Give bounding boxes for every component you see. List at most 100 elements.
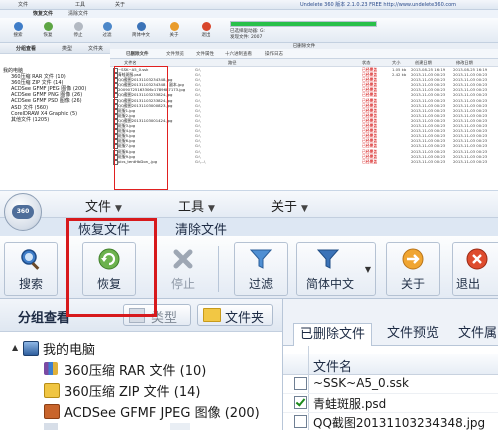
archive-zip-icon <box>44 383 60 398</box>
mini-cell: 2013-11-03 00:23 <box>453 158 488 164</box>
logo-text: 360 <box>12 205 34 219</box>
search-button[interactable]: 搜索 <box>4 242 58 296</box>
mini-exit-button[interactable]: 退出 <box>194 21 218 40</box>
mini-subtab-log[interactable]: 操作日志 <box>265 51 283 57</box>
mini-left-header: 分组查看 类型 文件夹 <box>0 43 110 54</box>
filter-button[interactable]: 过滤 <box>234 242 288 296</box>
folder-button[interactable]: 文件夹 <box>197 304 273 326</box>
mini-left-pane: 分组查看 类型 文件夹 我的电脑 360压缩 RAR 文件 (10) 360压缩 Z… <box>0 43 111 190</box>
mini-subtab-deleted[interactable]: 已删除文件 <box>126 51 149 57</box>
tab-file-properties[interactable]: 文件属 <box>458 323 497 345</box>
results-tabs: 已删除文件 文件预览 文件属 <box>283 319 498 346</box>
archive-rar-icon <box>44 362 58 375</box>
mini-tree-item[interactable]: 其他文件 (1205) <box>3 117 86 123</box>
mini-tab-recover[interactable]: 恢复文件 <box>33 10 53 17</box>
mini-subtab-hex[interactable]: 十六进制查看 <box>225 51 252 57</box>
menu-tools[interactable]: 工具 ▼ <box>178 196 215 215</box>
mini-subtab-props[interactable]: 文件属性 <box>196 51 214 57</box>
stop-button[interactable]: 停止 <box>156 242 210 296</box>
mini-search-button[interactable]: 搜索 <box>6 21 30 40</box>
chevron-down-icon: ▼ <box>364 265 371 274</box>
row-checkbox-checked[interactable] <box>294 396 307 409</box>
mini-language-button[interactable]: 简体中文 <box>126 21 156 40</box>
exit-button[interactable]: 退出 <box>452 242 498 296</box>
group-view-pane: 分组查看 类型 文件夹 ▲ 我的电脑 360压缩 RAR 文件 (10) 360… <box>0 299 283 430</box>
mini-cell: G:\...\ <box>195 158 206 164</box>
row-filename: QQ截图20131103234348.jpg <box>313 416 486 430</box>
menubar: 文件 ▼ 工具 ▼ 关于 ▼ <box>0 191 498 218</box>
mini-menu-file[interactable]: 文件 <box>18 1 28 8</box>
mini-cell: 已经覆盖 <box>362 158 378 164</box>
stop-icon <box>173 249 193 269</box>
mini-ribbon: 搜索 恢复 停止 过滤 简体中文 关于 退出 已选择驱动器: G: 发现文件: … <box>0 18 498 43</box>
mini-recover-button[interactable]: 恢复 <box>36 21 60 40</box>
about-button[interactable]: 关于 <box>386 242 440 296</box>
app-logo[interactable]: 360 <box>4 193 42 231</box>
mini-highlight-box <box>114 66 168 190</box>
mini-menu-about[interactable]: 关于 <box>115 1 125 8</box>
chevron-down-icon: ▼ <box>115 204 122 214</box>
mini-status-found: 发现文件: 2007 <box>230 35 263 40</box>
exit-icon <box>201 22 211 31</box>
mini-col-modified[interactable]: 修改日期 <box>456 60 473 66</box>
tab-file-preview[interactable]: 文件预览 <box>387 323 439 345</box>
mini-tree-item[interactable]: ACDSee GFMF PSD 图像 (26) <box>3 98 86 104</box>
mini-col-status[interactable]: 状态 <box>362 60 370 66</box>
exit-icon <box>466 248 488 270</box>
table-row[interactable]: QQ截图20131103234348.jpg <box>283 413 498 430</box>
mini-folder-button[interactable]: 文件夹 <box>88 45 103 52</box>
mini-cell: 2013-11-03 00:23 <box>411 158 446 164</box>
mini-col-size[interactable]: 大小 <box>392 60 400 66</box>
filter-icon <box>249 249 273 269</box>
chevron-down-icon: ▼ <box>208 204 215 214</box>
row-filename: ~SSK~A5_0.ssk <box>313 376 409 390</box>
mini-about-button[interactable]: 关于 <box>162 21 186 40</box>
results-pane: 已删除文件 文件预览 文件属 文件名 ~SSK~A5_0.ssk 青蛙斑服.ps… <box>283 299 498 430</box>
computer-icon <box>23 341 39 356</box>
about-icon <box>402 248 424 270</box>
table-row[interactable]: ~SSK~A5_0.ssk <box>283 375 498 394</box>
mini-menu-tools[interactable]: 工具 <box>75 1 85 8</box>
chevron-down-icon: ▼ <box>301 204 308 214</box>
tree-item-partial-text <box>170 423 190 430</box>
recover-highlight-box <box>66 218 157 317</box>
mini-screenshot: 文件 工具 关于 Undelete 360 版本 2.1.0.23 FREE h… <box>0 0 498 191</box>
mini-tree: 我的电脑 360压缩 RAR 文件 (10) 360压缩 ZIP 文件 (14) AC… <box>3 68 86 123</box>
table-row[interactable]: 青蛙斑服.psd <box>283 394 498 413</box>
menu-about[interactable]: 关于 ▼ <box>271 196 308 215</box>
ribbon-separator <box>218 246 219 292</box>
row-checkbox[interactable] <box>294 377 307 390</box>
mini-tree-item[interactable]: CorelDRAW X4 Graphic (5) <box>3 111 86 117</box>
grid-header: 文件名 <box>283 354 498 375</box>
filter-icon <box>102 22 112 31</box>
mini-tab-clear[interactable]: 清除文件 <box>68 10 88 17</box>
search-icon <box>13 22 23 31</box>
menu-file[interactable]: 文件 ▼ <box>85 196 122 215</box>
mini-type-button[interactable]: 类型 <box>62 45 72 52</box>
collapse-icon: ▲ <box>12 343 19 352</box>
row-checkbox[interactable] <box>294 415 307 428</box>
mini-table-row[interactable]: pics_tentHbDon_.jpg G:\...\ 已经覆盖 2013-11-03… <box>110 158 498 165</box>
mini-stop-button[interactable]: 停止 <box>66 21 90 40</box>
col-filename[interactable]: 文件名 <box>313 356 352 375</box>
mini-col-created[interactable]: 创建日期 <box>415 60 432 66</box>
mini-ribbon-tabs: 恢复文件 清除文件 <box>0 9 230 18</box>
recover-icon <box>43 22 53 31</box>
language-icon <box>136 22 146 31</box>
mini-filter-button[interactable]: 过滤 <box>95 21 119 40</box>
mini-subtab-preview[interactable]: 文件预览 <box>166 51 184 57</box>
language-button[interactable]: 简体中文 ▼ <box>296 242 376 296</box>
mini-group-view-label: 分组查看 <box>16 46 37 52</box>
mini-col-path[interactable]: 路径 <box>228 60 236 66</box>
row-filename: 青蛙斑服.psd <box>313 397 387 411</box>
tab-deleted-files[interactable]: 已删除文件 <box>293 323 373 346</box>
tree-item-partial <box>44 423 58 430</box>
jpeg-icon <box>44 404 60 419</box>
stop-icon <box>73 22 83 31</box>
folder-icon <box>203 308 221 322</box>
mini-subtabs: 已删除文件 文件预览 文件属性 十六进制查看 操作日志 <box>110 49 498 59</box>
mini-right-pane: 已删除文件 已删除文件 文件预览 文件属性 十六进制查看 操作日志 文件名 路径… <box>110 43 498 190</box>
mini-progress-bar <box>230 21 377 27</box>
mini-table-body: ~SSK~A5_0.ssk G:\ 已经覆盖 1.05 kb 2013-08-25 16… <box>110 67 498 165</box>
language-filter-icon <box>316 249 340 269</box>
